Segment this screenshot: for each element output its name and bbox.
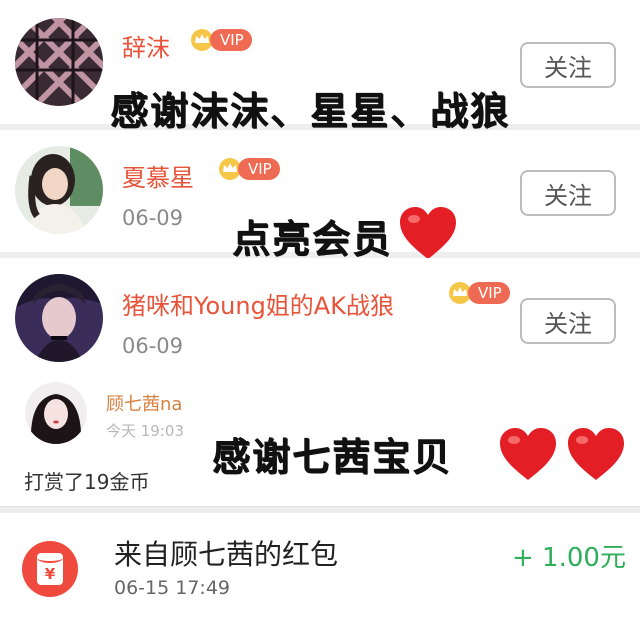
vip-badge: VIP xyxy=(216,156,280,182)
follower-name[interactable]: 夏慕星 xyxy=(122,158,194,193)
reward-text: 打赏了19金币 xyxy=(24,470,150,494)
follower-name[interactable]: 猪咪和Young姐的AK战狼 xyxy=(122,286,394,321)
vip-label: VIP xyxy=(238,158,280,180)
follower-name[interactable]: 辞沫 xyxy=(122,28,170,63)
avatar[interactable] xyxy=(15,274,103,362)
red-packet-record[interactable]: ¥ 来自顾七茜的红包 06-15 17:49 + 1.00元 xyxy=(0,513,640,633)
comment-time: 今天 19:03 xyxy=(106,422,184,440)
follow-date: 06-09 xyxy=(122,206,184,230)
avatar[interactable] xyxy=(15,146,103,234)
vip-label: VIP xyxy=(210,29,252,51)
yuan-icon: ¥ xyxy=(44,565,56,583)
follow-button[interactable]: 关注 xyxy=(520,42,616,88)
heart-icon xyxy=(568,428,624,480)
follower-row-3[interactable]: 猪咪和Young姐的AK战狼 VIP 06-09 关注 xyxy=(0,258,640,370)
follow-date: 06-09 xyxy=(122,334,184,358)
heart-icon xyxy=(400,207,456,259)
heart-icon xyxy=(500,428,556,480)
thanks-caption-3: 感谢七茜宝贝 xyxy=(212,435,453,479)
thanks-caption-2: 点亮会员 xyxy=(232,217,393,261)
red-packet-title: 来自顾七茜的红包 xyxy=(114,538,339,571)
commenter-name[interactable]: 顾七茜na xyxy=(106,390,182,416)
vip-label: VIP xyxy=(468,282,510,304)
red-packet-icon: ¥ xyxy=(22,541,78,597)
avatar[interactable] xyxy=(15,18,103,106)
avatar[interactable] xyxy=(25,382,87,444)
follow-button[interactable]: 关注 xyxy=(520,298,616,344)
red-packet-amount: + 1.00元 xyxy=(512,543,626,573)
vip-badge: VIP xyxy=(188,27,252,53)
vip-badge: VIP xyxy=(446,280,510,306)
follow-button[interactable]: 关注 xyxy=(520,170,616,216)
thanks-caption-1: 感谢沫沫、星星、战狼 xyxy=(110,89,511,133)
red-packet-time: 06-15 17:49 xyxy=(114,577,231,599)
